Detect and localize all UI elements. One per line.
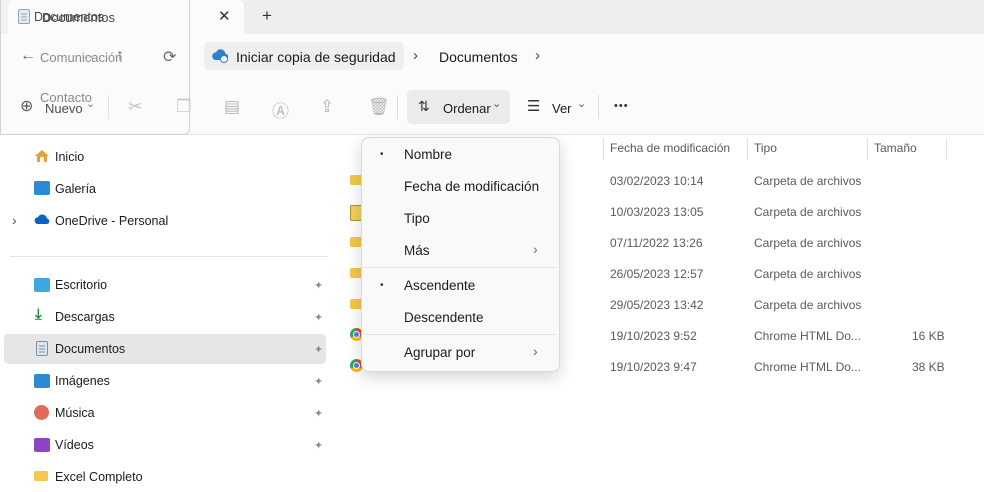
menu-item-ascendente[interactable]: Ascendente bbox=[404, 278, 475, 293]
menu-separator bbox=[362, 334, 557, 335]
sidebar-item-inicio[interactable] bbox=[4, 142, 326, 172]
row-date: 26/05/2023 12:57 bbox=[610, 267, 704, 281]
videos-icon bbox=[34, 438, 50, 452]
row-size: 38 KB bbox=[912, 360, 945, 374]
sort-menu bbox=[361, 137, 560, 372]
sidebar-divider bbox=[10, 256, 328, 257]
document-icon bbox=[36, 341, 48, 356]
folder-icon bbox=[34, 471, 48, 481]
home-icon bbox=[35, 150, 49, 162]
sidebar-item-descargas[interactable] bbox=[4, 302, 326, 332]
sidebar-item-galeria[interactable] bbox=[4, 174, 326, 204]
row-date: 29/05/2023 13:42 bbox=[610, 298, 704, 312]
sidebar-item-label: Documentos bbox=[55, 342, 126, 356]
pin-icon[interactable]: ✦ bbox=[314, 311, 323, 324]
pictures-icon bbox=[34, 374, 50, 388]
pin-icon[interactable]: ✦ bbox=[314, 407, 323, 420]
menu-item-descendente[interactable]: Descendente bbox=[404, 310, 484, 325]
divider bbox=[397, 95, 398, 119]
close-tab-button[interactable]: ✕ bbox=[218, 7, 231, 25]
breadcrumb-backup[interactable]: Iniciar copia de seguridad bbox=[236, 49, 396, 65]
column-header-type[interactable]: Tipo bbox=[754, 141, 777, 155]
column-separator bbox=[603, 138, 604, 160]
cloud-backup-icon bbox=[212, 49, 229, 63]
sidebar-item-label: Galería bbox=[55, 182, 96, 196]
row-type: Carpeta de archivos bbox=[754, 236, 862, 250]
sidebar-item-label: Música bbox=[55, 406, 95, 420]
gallery-icon bbox=[34, 181, 50, 195]
sidebar-item-videos[interactable] bbox=[4, 430, 326, 460]
row-type: Carpeta de archivos bbox=[754, 298, 862, 312]
row-type: Carpeta de archivos bbox=[754, 205, 862, 219]
sidebar-item-label: Excel Completo bbox=[55, 470, 143, 484]
sidebar-item-documentos[interactable] bbox=[4, 334, 326, 364]
desktop-icon bbox=[34, 278, 50, 292]
chevron-right-icon: › bbox=[533, 343, 538, 359]
sort-icon: ⇅ bbox=[418, 98, 430, 114]
rename-icon[interactable]: Ⓐ bbox=[272, 97, 289, 122]
row-date: 07/11/2022 13:26 bbox=[610, 236, 703, 250]
sidebar-item-excel-completo[interactable] bbox=[4, 462, 326, 492]
paste-icon[interactable]: ▤ bbox=[224, 97, 240, 117]
chevron-right-icon: › bbox=[413, 47, 418, 64]
sidebar-item-label: Vídeos bbox=[55, 438, 94, 452]
row-type: Chrome HTML Do... bbox=[754, 329, 861, 343]
column-separator bbox=[946, 138, 947, 160]
sort-button-label: Ordenar bbox=[443, 101, 491, 116]
pin-icon[interactable]: ✦ bbox=[314, 439, 323, 452]
column-separator bbox=[747, 138, 748, 160]
sidebar-item-label: Inicio bbox=[55, 150, 85, 164]
ghost-item: Contacto bbox=[40, 90, 93, 105]
sidebar-item-escritorio[interactable] bbox=[4, 270, 326, 300]
ghost-item: Comunicación bbox=[40, 50, 123, 65]
new-tab-button[interactable]: + bbox=[262, 6, 272, 26]
menu-item-fecha[interactable]: Fecha de modificación bbox=[404, 179, 539, 194]
onedrive-cloud-icon bbox=[34, 214, 50, 224]
column-header-size[interactable]: Tamaño bbox=[874, 141, 917, 155]
chevron-down-icon: ⌄ bbox=[492, 98, 502, 110]
ghost-title: Documentos bbox=[42, 10, 115, 25]
menu-item-nombre[interactable]: Nombre bbox=[404, 147, 452, 162]
row-date: 19/10/2023 9:47 bbox=[610, 360, 697, 374]
row-date: 10/03/2023 13:05 bbox=[610, 205, 704, 219]
chevron-down-icon: ⌄ bbox=[577, 98, 587, 110]
menu-item-agrupar[interactable]: Agrupar por bbox=[404, 345, 475, 360]
pin-icon[interactable]: ✦ bbox=[314, 279, 323, 292]
chevron-right-icon: › bbox=[533, 241, 538, 257]
row-type: Carpeta de archivos bbox=[754, 267, 862, 281]
column-header-date[interactable]: Fecha de modificación bbox=[610, 141, 730, 155]
menu-item-tipo[interactable]: Tipo bbox=[404, 211, 430, 226]
menu-item-mas[interactable]: Más bbox=[404, 243, 430, 258]
row-type: Chrome HTML Do... bbox=[754, 360, 861, 374]
divider bbox=[598, 95, 599, 119]
sidebar-item-label: Descargas bbox=[55, 310, 115, 324]
share-icon[interactable]: ⇪ bbox=[320, 97, 334, 117]
selected-bullet-icon: • bbox=[380, 149, 384, 160]
pin-icon[interactable]: ✦ bbox=[314, 375, 323, 388]
view-icon: ☰ bbox=[527, 98, 541, 115]
view-button[interactable]: Ver bbox=[552, 101, 572, 116]
more-options-button[interactable]: ••• bbox=[614, 100, 629, 112]
breadcrumb-current[interactable]: Documentos bbox=[439, 49, 518, 65]
row-date: 03/02/2023 10:14 bbox=[610, 174, 704, 188]
pin-icon[interactable]: ✦ bbox=[314, 343, 323, 356]
delete-icon[interactable]: 🗑 bbox=[368, 97, 390, 117]
menu-separator bbox=[362, 267, 557, 268]
row-type: Carpeta de archivos bbox=[754, 174, 862, 188]
sidebar-item-imagenes[interactable] bbox=[4, 366, 326, 396]
sidebar-item-label: Escritorio bbox=[55, 278, 108, 292]
sidebar-item-musica[interactable] bbox=[4, 398, 326, 428]
music-icon bbox=[34, 405, 49, 420]
sidebar-item-label: Imágenes bbox=[55, 374, 110, 388]
column-separator bbox=[867, 138, 868, 160]
row-size: 16 KB bbox=[912, 329, 945, 343]
chevron-right-icon[interactable]: › bbox=[535, 47, 540, 64]
download-icon: ⤓ bbox=[35, 306, 42, 323]
sidebar-item-label: OneDrive - Personal bbox=[55, 214, 169, 228]
row-date: 19/10/2023 9:52 bbox=[610, 329, 697, 343]
selected-bullet-icon: • bbox=[380, 280, 384, 291]
